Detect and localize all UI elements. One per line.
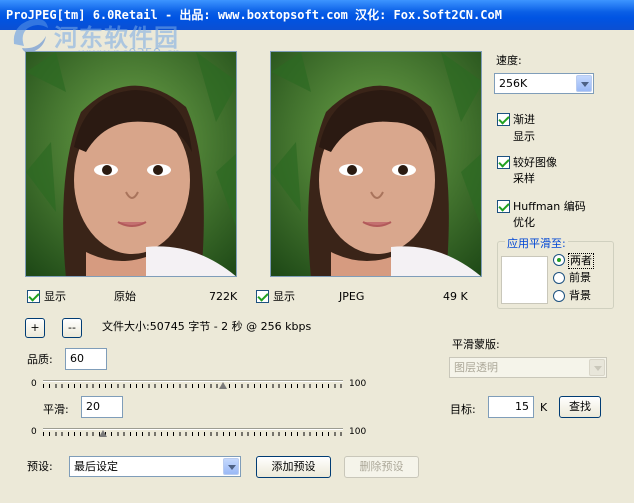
smooth-slider[interactable]	[43, 422, 343, 442]
window-title: ProJPEG[tm] 6.0Retail - 出品: www.boxtopso…	[6, 8, 502, 22]
smooth-foreground-radio[interactable]	[553, 272, 565, 284]
quality-min: 0	[31, 379, 37, 389]
zoom-out-button[interactable]: --	[62, 318, 82, 338]
jpeg-size: 49 K	[443, 290, 468, 303]
original-preview-image[interactable]	[25, 51, 237, 277]
jpeg-preview-image[interactable]	[270, 51, 482, 277]
target-input[interactable]: 15	[488, 396, 534, 418]
delete-preset-button[interactable]: 删除预设	[344, 456, 419, 478]
jpeg-show-checkbox[interactable]	[256, 290, 269, 303]
smooth-both-label[interactable]: 两者	[568, 253, 594, 269]
smoothing-preview-box	[501, 256, 548, 304]
title-bar[interactable]: ProJPEG[tm] 6.0Retail - 出品: www.boxtopso…	[0, 0, 634, 30]
speed-select[interactable]: 256K	[494, 73, 594, 94]
add-preset-button[interactable]: 添加预设	[256, 456, 331, 478]
chevron-down-icon[interactable]	[223, 458, 239, 475]
speed-value: 256K	[499, 77, 528, 90]
smooth-mask-label: 平滑蒙版:	[452, 338, 500, 351]
smooth-background-radio[interactable]	[553, 290, 565, 302]
better-sampling-label-line2: 采样	[513, 172, 535, 185]
smooth-slider-ticks	[43, 432, 343, 436]
preset-select[interactable]: 最后设定	[69, 456, 241, 477]
speed-label: 速度:	[496, 54, 522, 67]
smoothing-group-title: 应用平滑至:	[505, 235, 568, 251]
huffman-label-line2: 优化	[513, 216, 535, 229]
find-button[interactable]: 查找	[559, 396, 601, 418]
preset-value: 最后设定	[74, 460, 118, 473]
better-sampling-checkbox[interactable]	[497, 156, 510, 169]
progressive-label-line2: 显示	[513, 130, 535, 143]
quality-slider-track	[43, 380, 343, 382]
original-show-label: 显示	[44, 290, 66, 303]
better-sampling-label-line1: 较好图像	[513, 156, 557, 169]
quality-slider-ticks	[43, 384, 343, 388]
smooth-input[interactable]: 20	[81, 396, 123, 418]
smooth-slider-thumb[interactable]	[99, 430, 107, 437]
smooth-slider-track	[43, 428, 343, 430]
progressive-checkbox[interactable]	[497, 113, 510, 126]
chevron-down-icon[interactable]	[589, 359, 605, 376]
smooth-label: 平滑:	[43, 403, 69, 416]
original-show-checkbox[interactable]	[27, 290, 40, 303]
quality-max: 100	[349, 379, 367, 389]
quality-input[interactable]: 60	[65, 348, 107, 370]
smooth-min: 0	[31, 427, 37, 437]
smooth-foreground-label[interactable]: 前景	[569, 271, 591, 285]
smooth-background-label[interactable]: 背景	[569, 289, 591, 303]
quality-slider[interactable]	[43, 374, 343, 394]
smooth-max: 100	[349, 427, 367, 437]
smooth-both-radio[interactable]	[553, 254, 565, 266]
huffman-label-line1: Huffman 编码	[513, 200, 586, 213]
quality-slider-thumb[interactable]	[219, 382, 227, 389]
jpeg-show-label: 显示	[273, 290, 295, 303]
huffman-checkbox[interactable]	[497, 200, 510, 213]
original-size: 722K	[209, 290, 238, 303]
original-caption: 原始	[114, 290, 136, 303]
target-unit: K	[540, 401, 548, 414]
chevron-down-icon[interactable]	[576, 75, 592, 92]
projpeg-window: ProJPEG[tm] 6.0Retail - 出品: www.boxtopso…	[0, 0, 634, 503]
smooth-mask-select[interactable]: 图层透明	[449, 357, 607, 378]
progressive-label-line1: 渐进	[513, 113, 535, 126]
target-label: 目标:	[450, 403, 476, 416]
file-size-info: 文件大小:50745 字节 - 2 秒 @ 256 kbps	[102, 320, 312, 333]
jpeg-caption: JPEG	[339, 290, 365, 303]
zoom-in-button[interactable]: +	[25, 318, 45, 338]
preset-label: 预设:	[27, 460, 53, 473]
quality-label: 品质:	[27, 353, 53, 366]
smooth-mask-value: 图层透明	[454, 361, 498, 374]
